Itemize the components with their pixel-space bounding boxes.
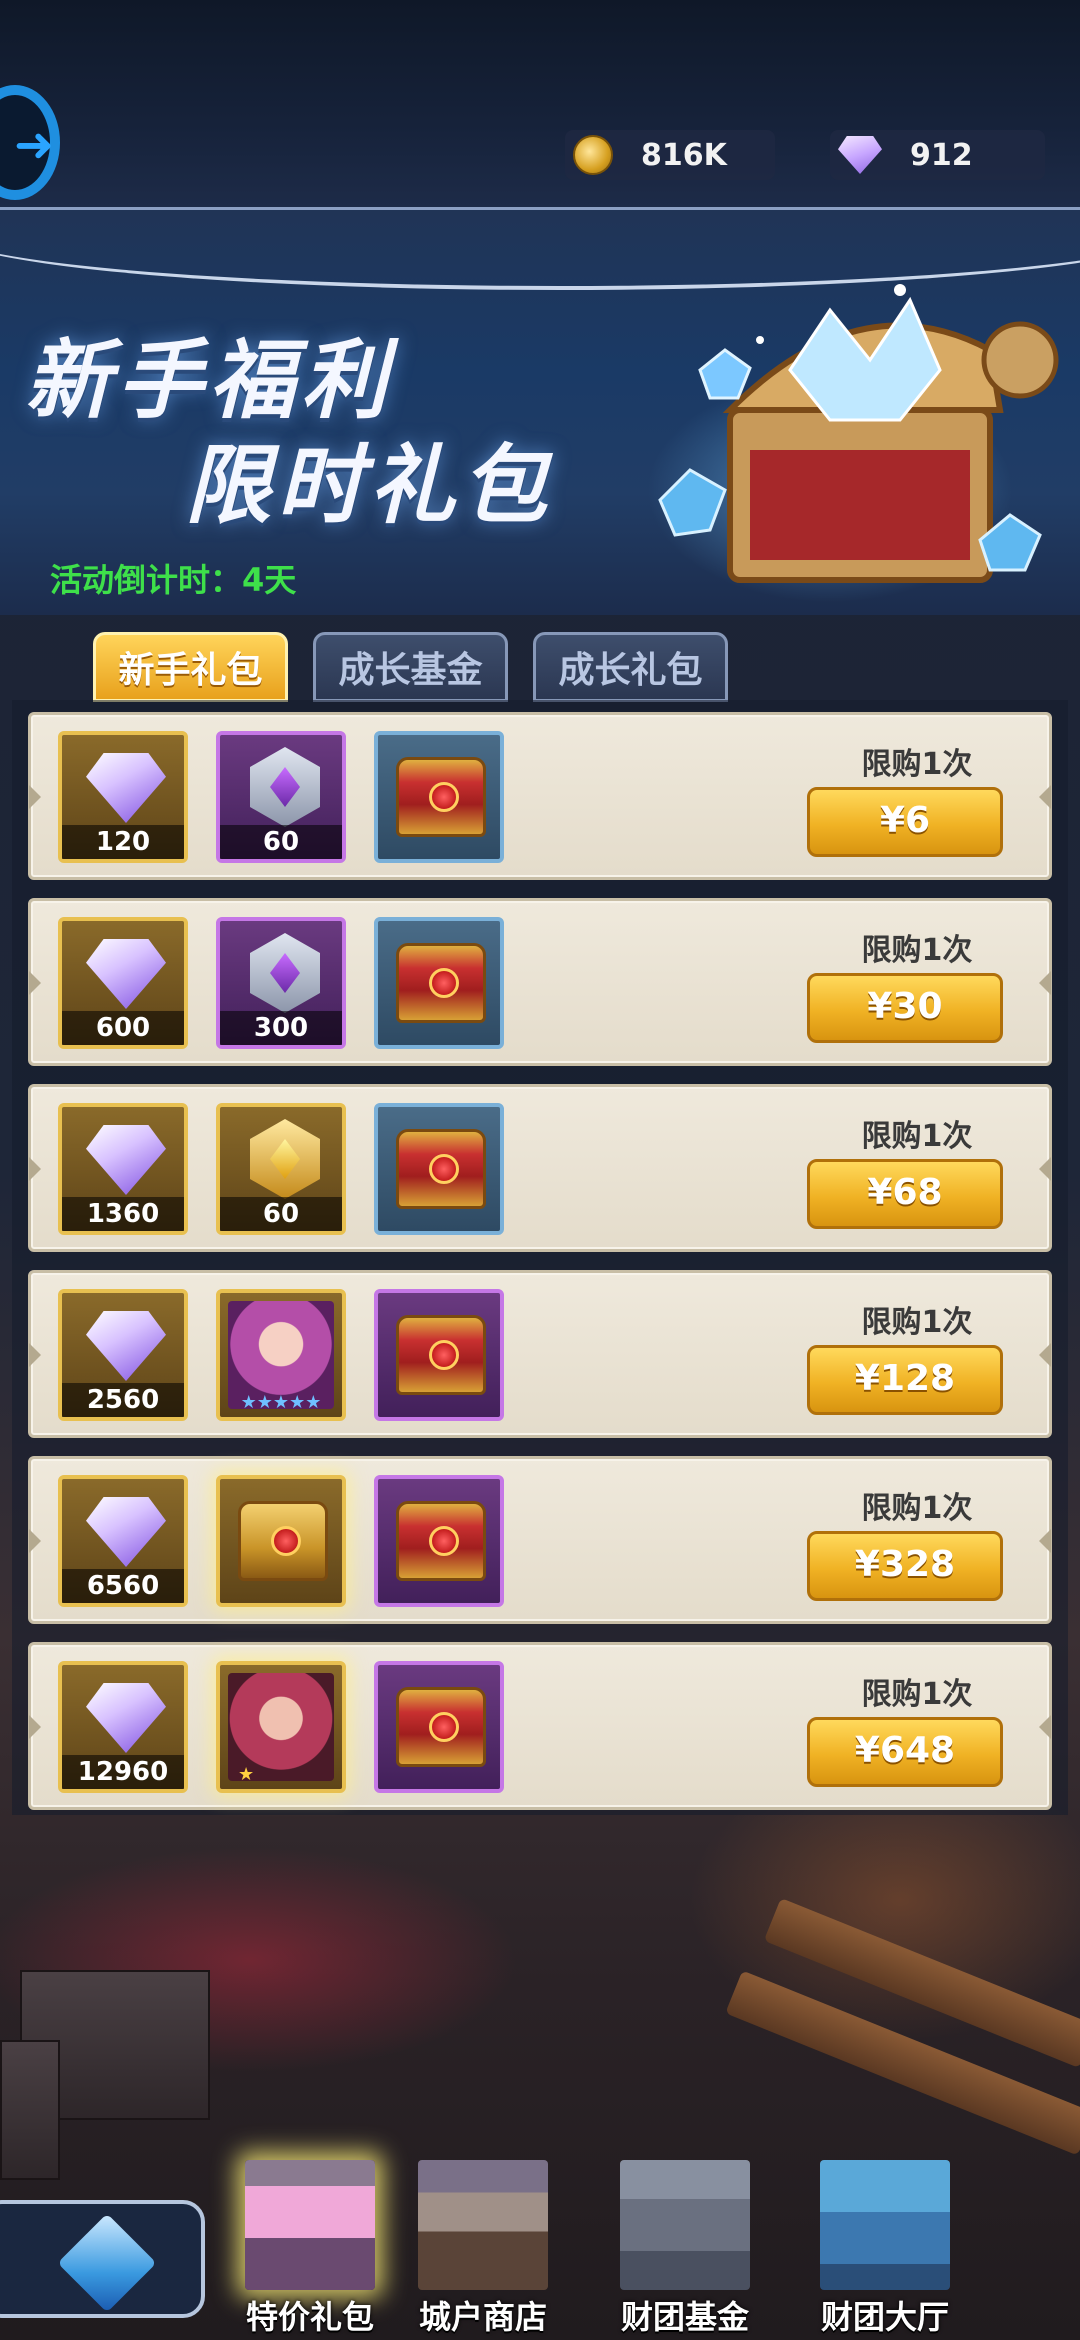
pack-row: 1360 60 限购1次 ¥68: [28, 1084, 1052, 1252]
red-chest-icon: [396, 1687, 486, 1767]
buy-button[interactable]: ¥6: [807, 787, 1003, 857]
buy-button[interactable]: ¥648: [807, 1717, 1003, 1787]
red-chest-icon: [396, 1501, 486, 1581]
chest-reward-slot[interactable]: [374, 731, 504, 863]
gem-counter: 912: [830, 130, 1045, 180]
reward-qty: 1360: [62, 1197, 184, 1231]
coin-value: 816K: [641, 137, 727, 173]
gem-reward-slot[interactable]: 1360: [58, 1103, 188, 1235]
hall-building-icon: [820, 2160, 950, 2290]
banner-title-line2: 限时礼包: [185, 436, 553, 536]
silver-crest-icon: [250, 933, 320, 1013]
nav-label: 财团基金: [620, 2298, 749, 2336]
nav-label: 城户商店: [418, 2298, 547, 2336]
reward-qty: 60: [220, 825, 342, 859]
purple-gem-icon: [86, 1683, 166, 1753]
pack-row: 120 60 限购1次 ¥6: [28, 712, 1052, 880]
pack-row: 2560 ★★★★★ 限购1次 ¥128: [28, 1270, 1052, 1438]
purple-gem-icon: [86, 1125, 166, 1195]
top-bar: ➜ 816K 912: [0, 0, 1080, 210]
nav-foundation-fund[interactable]: 财团基金: [600, 2140, 770, 2340]
purchase-limit: 限购1次: [861, 1677, 973, 1712]
gem-reward-slot[interactable]: 600: [58, 917, 188, 1049]
reward-qty: 120: [62, 825, 184, 859]
chest-reward-slot[interactable]: [374, 1289, 504, 1421]
reward-qty: 300: [220, 1011, 342, 1045]
purple-gem-icon: [86, 753, 166, 823]
buy-button[interactable]: ¥328: [807, 1531, 1003, 1601]
fund-building-icon: [620, 2160, 750, 2290]
nav-label: 特价礼包: [245, 2298, 374, 2336]
gem-reward-slot[interactable]: 2560: [58, 1289, 188, 1421]
purchase-limit: 限购1次: [861, 1305, 973, 1340]
purchase-limit: 限购1次: [861, 933, 973, 968]
crest-reward-slot[interactable]: 300: [216, 917, 346, 1049]
red-chest-icon: [396, 757, 486, 837]
gem-reward-slot[interactable]: 120: [58, 731, 188, 863]
reward-qty: 12960: [62, 1755, 184, 1789]
purchase-limit: 限购1次: [861, 1491, 973, 1526]
chest-reward-slot[interactable]: [374, 917, 504, 1049]
home-button[interactable]: [0, 2200, 205, 2318]
event-countdown: 活动倒计时：4天: [50, 561, 297, 599]
chest-reward-slot[interactable]: [374, 1661, 504, 1793]
buy-button[interactable]: ¥128: [807, 1345, 1003, 1415]
red-chest-icon: [396, 1315, 486, 1395]
tab-newbie-pack[interactable]: 新手礼包: [93, 632, 288, 702]
tab-growth-fund[interactable]: 成长基金: [313, 632, 508, 702]
nav-kido-shop[interactable]: 城户商店: [398, 2140, 568, 2340]
purchase-limit: 限购1次: [861, 1119, 973, 1154]
reward-qty: 6560: [62, 1569, 184, 1603]
red-chest-icon: [396, 943, 486, 1023]
shop-building-icon: [418, 2160, 548, 2290]
red-chest-icon: [396, 1129, 486, 1209]
reward-qty: 2560: [62, 1383, 184, 1417]
buy-button[interactable]: ¥30: [807, 973, 1003, 1043]
crystal-icon: [57, 2213, 157, 2313]
purple-gem-icon: [838, 136, 882, 174]
reward-qty: 60: [220, 1197, 342, 1231]
treasure-chest-icon: [658, 284, 1059, 583]
nav-special-pack[interactable]: 特价礼包: [225, 2140, 395, 2340]
hero-stars: ★★★★★: [240, 1392, 322, 1413]
chest-reward-slot[interactable]: [374, 1103, 504, 1235]
nav-label: 财团大厅: [820, 2298, 949, 2336]
back-arrow-icon: ➜: [14, 117, 55, 173]
gift-shop-building-icon: [245, 2160, 375, 2290]
promo-banner: 新手福利 限时礼包 活动倒计时：4天: [0, 210, 1080, 615]
hero-reward-slot[interactable]: ★★★★★: [216, 1289, 346, 1421]
reward-qty: 600: [62, 1011, 184, 1045]
coin-counter: 816K: [565, 130, 775, 180]
gold-chest-icon: [238, 1501, 328, 1581]
hero-stars: ★: [238, 1764, 255, 1785]
gem-reward-slot[interactable]: 6560: [58, 1475, 188, 1607]
hero-reward-slot[interactable]: ★: [216, 1661, 346, 1793]
silver-crest-icon: [250, 747, 320, 827]
purchase-limit: 限购1次: [861, 747, 973, 782]
chest-reward-slot[interactable]: [374, 1475, 504, 1607]
back-button[interactable]: ➜: [0, 85, 60, 200]
gold-coin-icon: [573, 135, 613, 175]
gold-chest-reward-slot[interactable]: [216, 1475, 346, 1607]
pack-row: 600 300 限购1次 ¥30: [28, 898, 1052, 1066]
pack-row: 12960 ★ 限购1次 ¥648: [28, 1642, 1052, 1810]
purple-gem-icon: [86, 1497, 166, 1567]
tab-growth-pack[interactable]: 成长礼包: [533, 632, 728, 702]
nav-foundation-hall[interactable]: 财团大厅: [800, 2140, 970, 2340]
purple-gem-icon: [86, 1311, 166, 1381]
gold-crest-icon: [250, 1119, 320, 1199]
bottom-nav: 特价礼包 城户商店 财团基金 财团大厅: [0, 2120, 1080, 2340]
purple-gem-icon: [86, 939, 166, 1009]
gem-value: 912: [910, 137, 973, 173]
crest-reward-slot[interactable]: 60: [216, 731, 346, 863]
gem-reward-slot[interactable]: 12960: [58, 1661, 188, 1793]
pack-row: 6560 限购1次 ¥328: [28, 1456, 1052, 1624]
crest-reward-slot[interactable]: 60: [216, 1103, 346, 1235]
buy-button[interactable]: ¥68: [807, 1159, 1003, 1229]
